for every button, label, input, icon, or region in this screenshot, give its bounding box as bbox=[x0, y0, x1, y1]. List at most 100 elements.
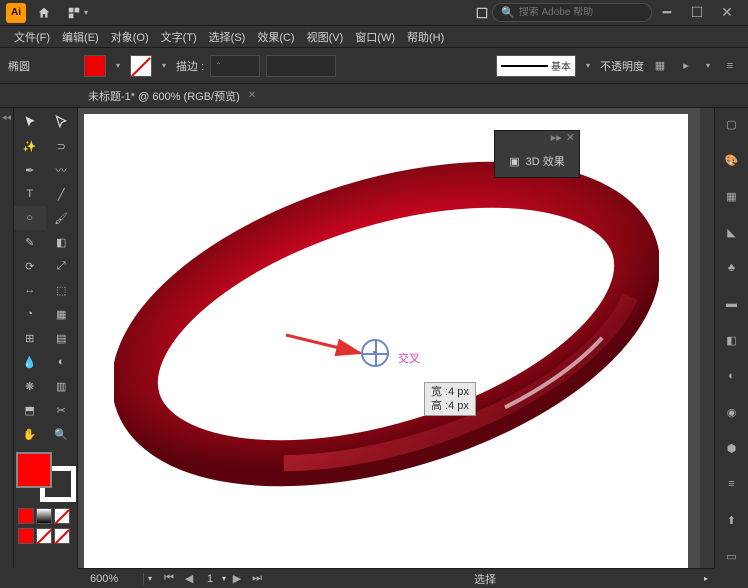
menu-window[interactable]: 窗口(W) bbox=[349, 27, 401, 47]
3d-effect-label: 3D 效果 bbox=[526, 153, 565, 169]
free-transform-tool[interactable]: ⬚ bbox=[46, 278, 78, 302]
arrange-documents-icon[interactable] bbox=[472, 3, 492, 23]
type-tool[interactable]: T bbox=[14, 182, 46, 206]
zoom-level[interactable]: 600% bbox=[84, 573, 144, 585]
lasso-tool[interactable]: ⊃ bbox=[46, 134, 78, 158]
last-artboard-icon[interactable]: ⏭ bbox=[248, 572, 266, 585]
status-menu-icon[interactable]: ▸ bbox=[704, 574, 708, 583]
rotate-tool[interactable]: ⟳ bbox=[14, 254, 46, 278]
selected-shape-label: 椭圆 bbox=[8, 58, 78, 74]
window-close[interactable]: ✕ bbox=[712, 2, 742, 24]
stroke-swatch[interactable] bbox=[130, 55, 152, 77]
arrange-docs-icon[interactable] bbox=[62, 1, 86, 25]
artboard-number[interactable]: 1 bbox=[200, 573, 220, 585]
zoom-dropdown-icon[interactable]: ▾ bbox=[148, 574, 152, 583]
color-panel-icon[interactable]: 🎨 bbox=[720, 148, 744, 172]
perspective-grid-tool[interactable]: ▦ bbox=[46, 302, 78, 326]
stroke-dropdown[interactable]: ▾ bbox=[158, 55, 170, 77]
artboard-dropdown-icon[interactable]: ▾ bbox=[222, 574, 226, 583]
symbol-sprayer-tool[interactable]: ❋ bbox=[14, 374, 46, 398]
shape-builder-tool[interactable]: ◔ bbox=[14, 302, 46, 326]
fill-dropdown[interactable]: ▾ bbox=[112, 55, 124, 77]
eyedropper-tool[interactable]: 💧 bbox=[14, 350, 46, 374]
chevron-down-icon[interactable]: ▾ bbox=[84, 8, 88, 17]
help-search[interactable]: 🔍 bbox=[492, 3, 652, 22]
menu-type[interactable]: 文字(T) bbox=[155, 27, 203, 47]
tab-close-icon[interactable]: ✕ bbox=[248, 90, 256, 101]
layers-panel-icon[interactable]: ≡ bbox=[720, 472, 744, 496]
transparency-panel-icon[interactable]: ◐ bbox=[720, 364, 744, 388]
gradient-panel-icon[interactable]: ◧ bbox=[720, 328, 744, 352]
brushes-panel-icon[interactable]: ◣ bbox=[720, 220, 744, 244]
window-maximize[interactable]: ☐ bbox=[682, 2, 712, 24]
screen-mode-swatches[interactable] bbox=[14, 528, 77, 544]
tool-col-handle[interactable]: ◂◂ bbox=[0, 108, 14, 568]
color-mode-swatches[interactable] bbox=[14, 508, 77, 524]
eraser-tool[interactable]: ◧ bbox=[46, 230, 78, 254]
transform-icon[interactable]: ▸ bbox=[676, 56, 696, 76]
selection-tool[interactable] bbox=[14, 110, 46, 134]
fill-stroke-indicator[interactable] bbox=[16, 452, 76, 502]
brush-profile-dropdown[interactable]: ▾ bbox=[582, 55, 594, 77]
search-icon: 🔍 bbox=[501, 6, 515, 19]
artboard-tool[interactable]: ⬒ bbox=[14, 398, 46, 422]
first-artboard-icon[interactable]: ⏮ bbox=[160, 572, 178, 585]
width-tool[interactable]: ↔ bbox=[14, 278, 46, 302]
magic-wand-tool[interactable]: ✨ bbox=[14, 134, 46, 158]
swatches-panel-icon[interactable]: ▦ bbox=[720, 184, 744, 208]
crossing-label: 交叉 bbox=[398, 350, 420, 366]
panel-menu-icon[interactable]: ≡ bbox=[720, 56, 740, 76]
scale-tool[interactable]: ⤢ bbox=[46, 254, 78, 278]
menu-edit[interactable]: 编辑(E) bbox=[56, 27, 105, 47]
align-icon[interactable]: ▦ bbox=[650, 56, 670, 76]
control-bar: 椭圆 ▾ ▾ 描边 : ⌃ 基本 ▾ 不透明度 ▦ ▸ ▾ ≡ bbox=[0, 48, 748, 84]
slice-tool[interactable]: ✂ bbox=[46, 398, 78, 422]
appearance-panel-icon[interactable]: ◉ bbox=[720, 400, 744, 424]
hand-tool[interactable]: ✋ bbox=[14, 422, 46, 446]
transform-dropdown[interactable]: ▾ bbox=[702, 55, 714, 77]
brush-profile[interactable]: 基本 bbox=[496, 55, 576, 77]
blend-tool[interactable]: ◐ bbox=[46, 350, 78, 374]
canvas-area[interactable]: 交叉 宽 :4 px 高 :4 px ▸▸ ✕ ▣ 3D 效果 bbox=[78, 108, 700, 568]
symbols-panel-icon[interactable]: ♣ bbox=[720, 256, 744, 280]
menu-help[interactable]: 帮助(H) bbox=[401, 27, 450, 47]
curvature-tool[interactable]: 〰 bbox=[46, 158, 78, 182]
properties-panel-icon[interactable]: ▢ bbox=[720, 112, 744, 136]
panel-collapse-icon[interactable]: ▸▸ bbox=[551, 131, 562, 145]
dimensions-tooltip: 宽 :4 px 高 :4 px bbox=[424, 382, 476, 416]
paintbrush-tool[interactable]: 🖌 bbox=[46, 206, 78, 230]
floating-3d-panel[interactable]: ▸▸ ✕ ▣ 3D 效果 bbox=[494, 130, 580, 178]
document-tab[interactable]: 未标题-1* @ 600% (RGB/预览) ✕ bbox=[80, 88, 264, 104]
home-icon[interactable] bbox=[32, 1, 56, 25]
menu-file[interactable]: 文件(F) bbox=[8, 27, 56, 47]
stroke-profile-dropdown[interactable] bbox=[266, 55, 336, 77]
menu-effect[interactable]: 效果(C) bbox=[251, 27, 300, 47]
line-tool[interactable]: ╱ bbox=[46, 182, 78, 206]
menu-select[interactable]: 选择(S) bbox=[203, 27, 252, 47]
stroke-panel-icon[interactable]: ▬ bbox=[720, 292, 744, 316]
graphic-styles-panel-icon[interactable]: ⬢ bbox=[720, 436, 744, 460]
panel-close-icon[interactable]: ✕ bbox=[566, 131, 575, 145]
help-search-input[interactable] bbox=[519, 7, 643, 18]
zoom-tool[interactable]: 🔍 bbox=[46, 422, 78, 446]
red-ring-shape bbox=[114, 154, 659, 494]
artboard[interactable]: 交叉 宽 :4 px 高 :4 px ▸▸ ✕ ▣ 3D 效果 bbox=[84, 114, 688, 568]
artboards-panel-icon[interactable]: ▭ bbox=[720, 544, 744, 568]
column-graph-tool[interactable]: ▥ bbox=[46, 374, 78, 398]
direct-select-tool[interactable] bbox=[46, 110, 78, 134]
gradient-tool[interactable]: ▤ bbox=[46, 326, 78, 350]
menu-object[interactable]: 对象(O) bbox=[105, 27, 155, 47]
menubar: 文件(F) 编辑(E) 对象(O) 文字(T) 选择(S) 效果(C) 视图(V… bbox=[0, 26, 748, 48]
vertical-scrollbar[interactable] bbox=[700, 108, 714, 568]
asset-export-panel-icon[interactable]: ⬆ bbox=[720, 508, 744, 532]
window-minimize[interactable]: ━ bbox=[652, 2, 682, 24]
ellipse-tool[interactable]: ○ bbox=[14, 206, 46, 230]
menu-view[interactable]: 视图(V) bbox=[301, 27, 350, 47]
mesh-tool[interactable]: ⊞ bbox=[14, 326, 46, 350]
pen-tool[interactable]: ✒ bbox=[14, 158, 46, 182]
fill-swatch[interactable] bbox=[84, 55, 106, 77]
shaper-tool[interactable]: ✎ bbox=[14, 230, 46, 254]
next-artboard-icon[interactable]: ▶ bbox=[228, 572, 246, 585]
prev-artboard-icon[interactable]: ◀ bbox=[180, 572, 198, 585]
stroke-weight-input[interactable]: ⌃ bbox=[210, 55, 260, 77]
